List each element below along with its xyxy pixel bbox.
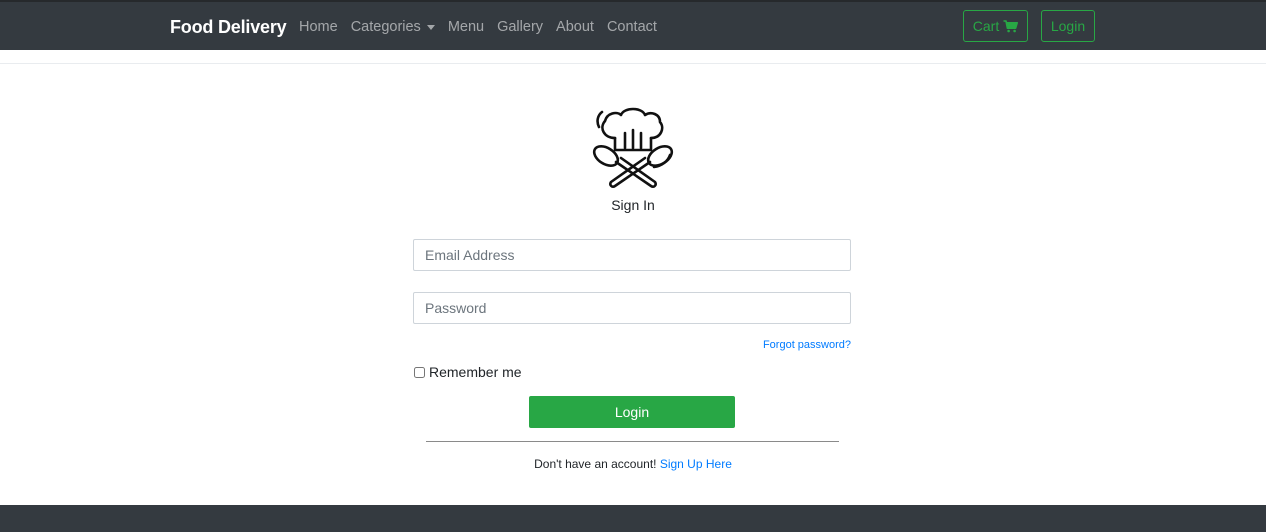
cart-button-label: Cart [972,18,1000,34]
caret-down-icon [426,25,435,30]
shopping-cart-icon [1003,19,1019,32]
nav-link-about[interactable]: About [556,19,594,35]
nav-link-menu[interactable]: Menu [448,19,484,35]
nav-link-gallery[interactable]: Gallery [497,19,543,35]
footer-bar [0,505,1266,532]
password-field[interactable] [413,292,851,324]
signup-link[interactable]: Sign Up Here [660,457,732,471]
nav-links: Home Categories Menu Gallery About Conta… [299,19,670,35]
login-nav-button[interactable]: Login [1041,10,1095,42]
cart-button[interactable]: Cart [963,10,1028,42]
chef-hat-spoons-icon [592,107,674,188]
signup-prompt: Don't have an account! Sign Up Here [0,457,1266,471]
forgot-password-link[interactable]: Forgot password? [763,339,851,351]
header-divider [0,63,1266,64]
email-field[interactable] [413,239,851,271]
remember-me-label: Remember me [429,364,522,380]
remember-me-checkbox[interactable] [414,366,425,378]
brand-logo[interactable]: Food Delivery [170,17,287,38]
top-navbar: Food Delivery Home Categories Menu Galle… [0,0,1266,50]
form-divider [426,441,839,442]
nav-link-categories[interactable]: Categories [351,19,435,35]
nav-link-home[interactable]: Home [299,19,338,35]
sign-in-title: Sign In [611,197,655,213]
nav-link-categories-label: Categories [350,19,421,35]
no-account-text: Don't have an account! [534,457,657,471]
login-submit-button[interactable]: Login [529,396,735,428]
nav-link-contact[interactable]: Contact [607,19,657,35]
remember-me[interactable]: Remember me [413,364,522,380]
